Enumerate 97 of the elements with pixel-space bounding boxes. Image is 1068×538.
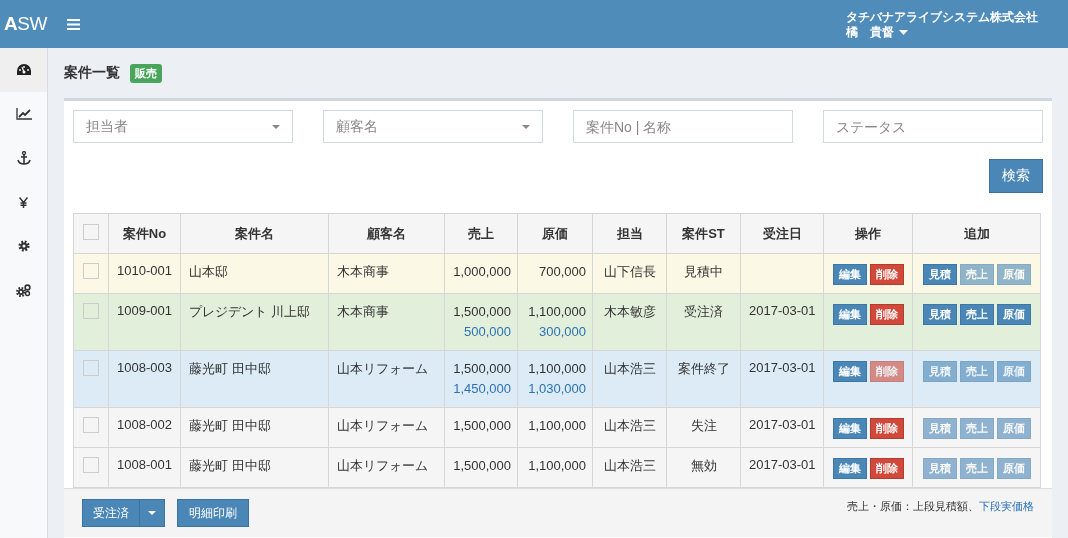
column-header: 売上 (444, 213, 518, 254)
company-name: タチバナアライブシステム株式会社 (846, 10, 1038, 25)
checkbox[interactable] (83, 457, 99, 473)
delete-button[interactable]: 削除 (869, 418, 904, 439)
table-cell: 2017-03-01 (749, 303, 816, 318)
table-cell: 藤光町 田中邸 (180, 447, 329, 488)
column-header: 原価 (517, 213, 593, 254)
print-button[interactable]: 明細印刷 (177, 499, 249, 527)
input-field[interactable]: ステータス (823, 110, 1043, 143)
edit-button[interactable]: 編集 (832, 304, 867, 325)
caret-icon (148, 511, 156, 515)
delete-button[interactable]: 削除 (869, 264, 904, 285)
column-header: 操作 (823, 213, 913, 254)
caret-icon (272, 124, 280, 129)
amount-text: 1,000,000 (453, 263, 511, 281)
table-cell: 木本商事 (328, 253, 445, 294)
amount-text: 1,500,000 (453, 457, 511, 475)
column-header: 案件ST (666, 213, 741, 254)
table-cell: 山本浩三 (592, 407, 667, 448)
menu-icon[interactable] (66, 18, 80, 30)
table-cell: プレジデント 川上邸 (180, 293, 329, 351)
category-badge: 販売 (130, 63, 162, 83)
search-button[interactable]: 検索 (989, 159, 1043, 193)
column-header: 案件名 (180, 213, 329, 254)
table-cell: 山本リフォーム (328, 407, 445, 448)
checkbox[interactable] (83, 360, 99, 376)
table-cell: 2017-03-01 (749, 417, 816, 432)
edit-button[interactable]: 編集 (832, 458, 867, 479)
select-field[interactable]: 顧客名 (323, 110, 543, 143)
table-cell: 受注済 (666, 293, 741, 351)
add-button[interactable]: 原価 (996, 304, 1031, 325)
table-cell: 山下信長 (592, 253, 667, 294)
table-cell: 木本敏彦 (592, 293, 667, 351)
table-cell: 木本商事 (328, 293, 445, 351)
amount-text: 1,500,000 (453, 360, 511, 378)
add-button[interactable]: 見積 (922, 264, 957, 285)
amount-text: 1,100,000 (527, 457, 586, 475)
actual-amount-text: 300,000 (538, 323, 586, 341)
caret-icon (899, 30, 908, 35)
table-cell: 山本浩三 (592, 350, 667, 408)
table-cell: 失注 (666, 407, 741, 448)
actual-amount-text: 500,000 (463, 323, 511, 341)
amount-text: 1,100,000 (527, 360, 586, 378)
checkbox[interactable] (83, 303, 99, 319)
yen-icon (19, 196, 28, 208)
line-chart-icon (15, 108, 32, 120)
logo: ASW (4, 13, 47, 35)
add-button[interactable]: 売上 (959, 304, 994, 325)
table-cell: 1008-003 (108, 350, 181, 408)
table-cell: 1008-001 (108, 447, 181, 488)
column-header: 追加 (912, 213, 1041, 254)
table-cell: 山本リフォーム (328, 350, 445, 408)
delete-button[interactable]: 削除 (869, 458, 904, 479)
table-cell: 無効 (666, 447, 741, 488)
user-menu[interactable]: 橘 貴督 (846, 25, 1038, 40)
gauge-icon (16, 64, 31, 76)
table-cell: 見積中 (666, 253, 741, 294)
edit-button[interactable]: 編集 (832, 264, 867, 285)
table-cell: 山本浩三 (592, 447, 667, 488)
sidebar-item[interactable] (0, 48, 47, 92)
delete-button[interactable]: 削除 (869, 304, 904, 325)
table-cell: 1009-001 (108, 293, 181, 351)
table-cell: 藤光町 田中邸 (180, 350, 329, 408)
input-field[interactable]: 案件No | 名称 (573, 110, 793, 143)
checkbox[interactable] (83, 224, 99, 240)
amount-text: 700,000 (538, 263, 586, 281)
column-header: 顧客名 (328, 213, 445, 254)
amount-text: 1,500,000 (453, 417, 511, 435)
edit-button[interactable]: 編集 (832, 361, 867, 382)
table-cell: 案件終了 (666, 350, 741, 408)
page-title: 案件一覧 (64, 64, 120, 82)
checkbox[interactable] (83, 263, 99, 279)
column-header: 受注日 (740, 213, 824, 254)
gears-icon (16, 283, 31, 297)
legend-note: 売上・原価：上段見積額、下段実価格 (847, 499, 1034, 514)
edit-button[interactable]: 編集 (832, 418, 867, 439)
table-cell: 2017-03-01 (749, 360, 816, 375)
anchor-icon (16, 151, 31, 165)
table-cell: 2017-03-01 (749, 457, 816, 472)
select-field[interactable]: 担当者 (73, 110, 293, 143)
add-button[interactable]: 見積 (922, 304, 957, 325)
checkbox[interactable] (83, 417, 99, 433)
caret-icon (522, 124, 530, 129)
status-split-button[interactable]: 受注済 (82, 499, 165, 527)
table-cell: 1010-001 (108, 253, 181, 294)
column-header: 案件No (108, 213, 181, 254)
table-cell: 1008-002 (108, 407, 181, 448)
gear-icon (17, 240, 30, 252)
amount-text: 1,100,000 (527, 417, 586, 435)
table-cell: 山本邸 (180, 253, 329, 294)
table-cell: 藤光町 田中邸 (180, 407, 329, 448)
actual-amount-text: 1,450,000 (453, 380, 511, 398)
amount-text: 1,100,000 (527, 303, 586, 321)
table-cell: 山本リフォーム (328, 447, 445, 488)
actual-amount-text: 1,030,000 (527, 380, 586, 398)
amount-text: 1,500,000 (453, 303, 511, 321)
column-header: 担当 (592, 213, 667, 254)
